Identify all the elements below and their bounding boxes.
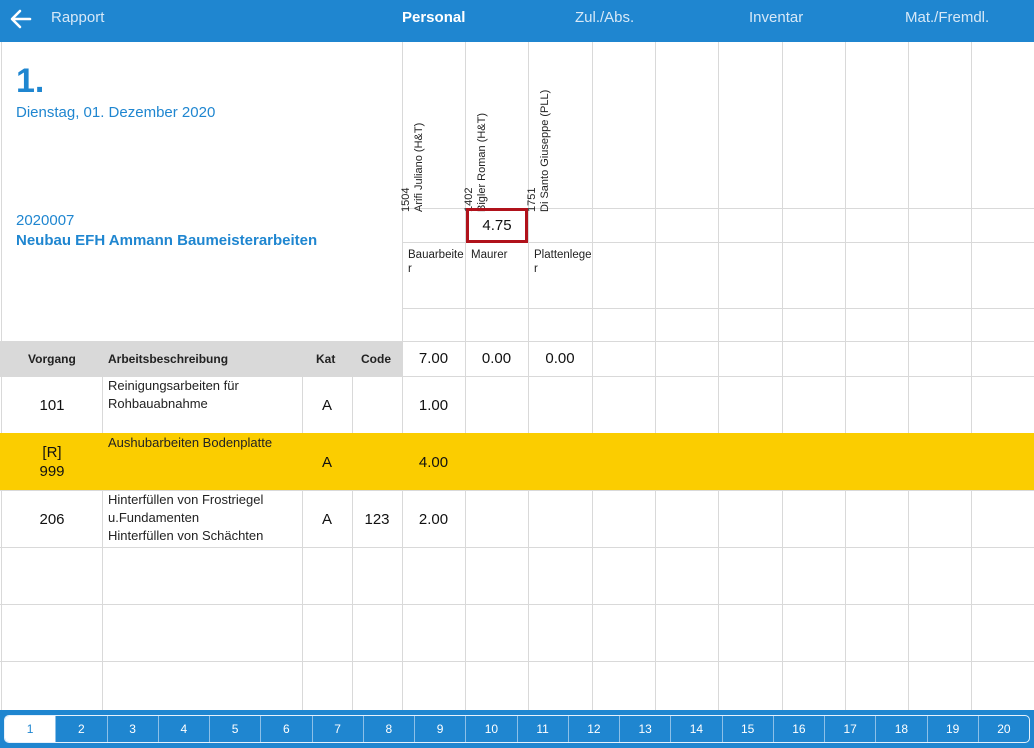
employee-role: Maurer xyxy=(471,249,508,261)
page-button-3[interactable]: 3 xyxy=(108,716,159,742)
row-description: Reinigungsarbeiten für Rohbauabnahme xyxy=(108,377,239,413)
day-date: Dienstag, 01. Dezember 2020 xyxy=(16,104,216,121)
row-kat: A xyxy=(321,397,332,414)
page-button-20[interactable]: 20 xyxy=(979,716,1029,742)
description-line: Hinterfüllen von Schächten xyxy=(108,528,264,543)
page-button-7[interactable]: 7 xyxy=(313,716,364,742)
employee-role: Plattenleger xyxy=(534,249,592,275)
top-nav-bar: Rapport Personal Zul./Abs. Inventar Mat.… xyxy=(0,0,1034,42)
page-selector: 1 2 3 4 5 6 7 8 9 10 11 12 13 14 15 16 17 18 19 20 xyxy=(4,715,1030,743)
project-name: Neubau EFH Ammann Baumeisterarbeiten xyxy=(16,232,318,249)
page-button-11[interactable]: 11 xyxy=(518,716,569,742)
page-button-12[interactable]: 12 xyxy=(569,716,620,742)
hours-input[interactable] xyxy=(403,209,465,242)
page-button-6[interactable]: 6 xyxy=(261,716,313,742)
page-button-17[interactable]: 17 xyxy=(825,716,877,742)
page-button-5[interactable]: 5 xyxy=(210,716,262,742)
employee-column-header[interactable]: 1751 Di Santo Giuseppe (PLL) xyxy=(526,42,602,212)
employee-total: 0.00 xyxy=(545,350,575,367)
employee-total: 7.00 xyxy=(418,350,449,367)
employee-id: 1751 xyxy=(526,187,538,212)
row-kat: A xyxy=(321,454,332,471)
row-hours[interactable]: 4.00 xyxy=(402,454,465,471)
row-description: Hinterfüllen von Frostriegel u.Fundament… xyxy=(108,491,263,545)
page-button-9[interactable]: 9 xyxy=(415,716,467,742)
page-button-10[interactable]: 10 xyxy=(466,716,518,742)
row-hours[interactable]: 2.00 xyxy=(402,511,465,528)
row-code: 123 xyxy=(364,511,390,528)
employee-name: Bigler Roman (H&T) xyxy=(476,112,488,212)
hours-input-selected[interactable]: 4.75 xyxy=(466,208,528,243)
employee-name: Arifi Juliano (H&T) xyxy=(413,122,425,212)
employee-id: 1402 xyxy=(463,187,475,212)
hours-input[interactable] xyxy=(529,209,591,242)
row-hours[interactable]: 1.00 xyxy=(402,397,465,414)
tab-zul-abs[interactable]: Zul./Abs. xyxy=(575,0,634,42)
row-vorgang: 101 xyxy=(39,397,65,414)
back-label[interactable]: Rapport xyxy=(51,0,104,42)
row-flag: [R] xyxy=(42,444,62,461)
description-line: Reinigungsarbeiten für xyxy=(108,378,239,393)
header-code: Code xyxy=(361,352,391,366)
page-button-4[interactable]: 4 xyxy=(159,716,210,742)
employee-id: 1504 xyxy=(400,187,412,212)
page-button-16[interactable]: 16 xyxy=(774,716,825,742)
page-button-2[interactable]: 2 xyxy=(56,716,108,742)
header-kat: Kat xyxy=(316,352,336,366)
page-button-15[interactable]: 15 xyxy=(723,716,774,742)
row-kat: A xyxy=(321,511,332,528)
header-vorgang: Vorgang xyxy=(28,352,76,366)
row-description: Aushubarbeiten Bodenplatte xyxy=(108,434,272,452)
page-button-19[interactable]: 19 xyxy=(928,716,979,742)
page-button-13[interactable]: 13 xyxy=(620,716,672,742)
row-vorgang: 999 xyxy=(39,463,65,480)
page-button-14[interactable]: 14 xyxy=(671,716,723,742)
page-button-8[interactable]: 8 xyxy=(364,716,415,742)
header-arbeitsbeschreibung: Arbeitsbeschreibung xyxy=(108,352,229,366)
row-vorgang: 206 xyxy=(39,511,65,528)
page-button-18[interactable]: 18 xyxy=(876,716,928,742)
tab-mat-fremdl[interactable]: Mat./Fremdl. xyxy=(905,0,989,42)
day-number: 1. xyxy=(16,62,45,100)
description-line: Hinterfüllen von Frostriegel xyxy=(108,492,264,507)
arrow-left-icon[interactable] xyxy=(8,6,34,32)
tab-inventar[interactable]: Inventar xyxy=(749,0,803,42)
description-line: u.Fundamenten xyxy=(108,510,200,525)
employee-name: Di Santo Giuseppe (PLL) xyxy=(539,89,551,212)
description-line: Aushubarbeiten Bodenplatte xyxy=(108,435,273,450)
page-button-1[interactable]: 1 xyxy=(5,716,57,742)
tab-personal[interactable]: Personal xyxy=(402,0,465,42)
description-line: Rohbauabnahme xyxy=(108,396,208,411)
employee-role: Bauarbeiter xyxy=(408,249,464,275)
employee-total: 0.00 xyxy=(481,350,512,367)
project-number: 2020007 xyxy=(16,212,75,229)
